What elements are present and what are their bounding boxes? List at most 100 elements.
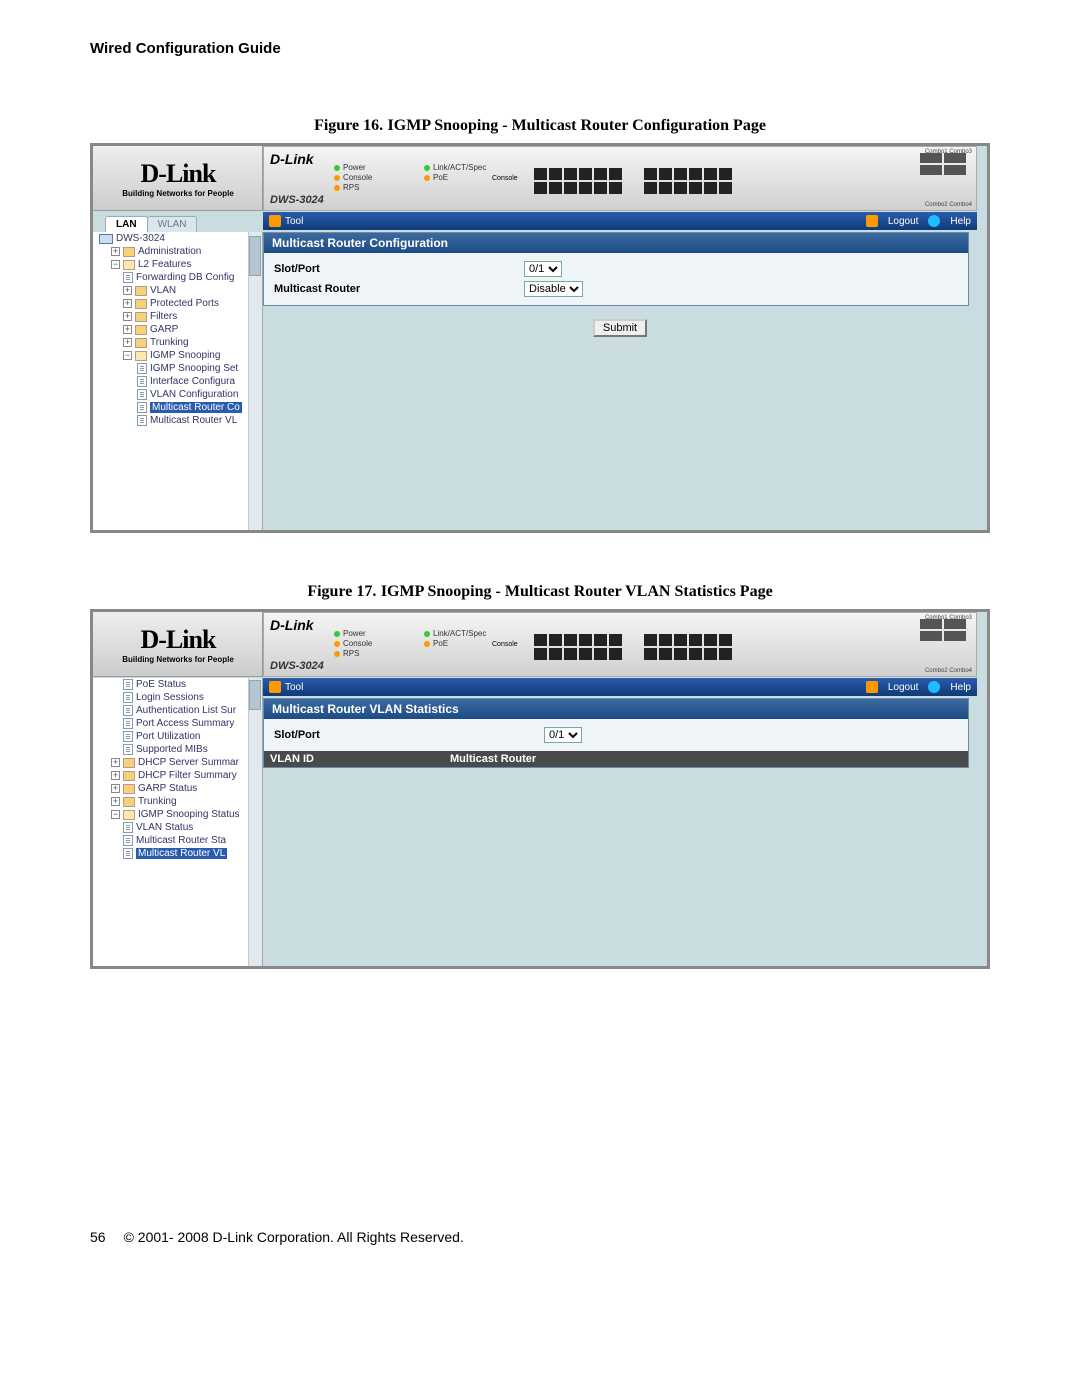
expand-icon[interactable]: − (111, 260, 120, 269)
tree-item[interactable]: Port Utilization (93, 730, 262, 743)
tree-root[interactable]: DWS-3024 (93, 232, 262, 245)
tree-item-label: Forwarding DB Config (136, 272, 234, 283)
tool-icon (269, 215, 281, 227)
expand-icon[interactable]: + (123, 286, 132, 295)
logout-icon (866, 215, 878, 227)
combo-ports (920, 619, 972, 641)
help-link[interactable]: Help (950, 682, 971, 693)
tree-item[interactable]: + Filters (93, 310, 262, 323)
device-brand: D-Link (270, 617, 314, 633)
expand-icon[interactable]: + (123, 325, 132, 334)
expand-icon[interactable]: − (123, 351, 132, 360)
tree-item-label: VLAN Configuration (150, 389, 238, 400)
mrouter-label: Multicast Router (274, 283, 524, 295)
expand-icon[interactable]: + (111, 784, 120, 793)
combo-label-bot: Combo2 Combo4 (925, 668, 972, 674)
scrollbar[interactable] (248, 678, 262, 966)
tree-item-label: PoE Status (136, 679, 186, 690)
device-leds-col1: Power Console RPS (334, 629, 372, 659)
figure17-caption: Figure 17. IGMP Snooping - Multicast Rou… (90, 583, 990, 601)
tool-menu[interactable]: Tool (285, 216, 303, 227)
tree-item[interactable]: +GARP Status (93, 782, 262, 795)
device-leds-col1: Power Console RPS (334, 163, 372, 193)
tree-item-label: Protected Ports (150, 298, 219, 309)
logout-link[interactable]: Logout (888, 682, 919, 693)
device-graphic: D-Link DWS-3024 Power Console RPS Link/A… (263, 612, 977, 677)
brand-logo: D-Link (141, 625, 216, 655)
tree-item[interactable]: IGMP Snooping Set (93, 362, 262, 375)
expand-icon[interactable]: + (123, 299, 132, 308)
tree-item-label: Multicast Router Co (150, 402, 242, 413)
tree-item[interactable]: + Trunking (93, 336, 262, 349)
tree-item[interactable]: Forwarding DB Config (93, 271, 262, 284)
expand-icon[interactable]: + (111, 797, 120, 806)
tree-item-label: DHCP Filter Summary (138, 770, 237, 781)
tree-item-label: Port Access Summary (136, 718, 234, 729)
help-icon (928, 215, 940, 227)
tool-menu[interactable]: Tool (285, 682, 303, 693)
expand-icon[interactable]: + (111, 758, 120, 767)
slotport-select[interactable]: 0/1 (524, 261, 562, 277)
logout-link[interactable]: Logout (888, 216, 919, 227)
tree-item[interactable]: −L2 Features (93, 258, 262, 271)
mrouter-select[interactable]: Disable (524, 281, 583, 297)
config-panel: Multicast Router Configuration Slot/Port… (263, 232, 969, 306)
brand-tagline: Building Networks for People (122, 189, 234, 198)
expand-icon[interactable]: − (111, 810, 120, 819)
table-header: VLAN ID Multicast Router (264, 751, 968, 767)
tree-item[interactable]: Login Sessions (93, 691, 262, 704)
tree-item[interactable]: Multicast Router Sta (93, 834, 262, 847)
tree-item[interactable]: Multicast Router VL (93, 414, 262, 427)
col-mrouter: Multicast Router (444, 751, 968, 767)
tree-item[interactable]: +Administration (93, 245, 262, 258)
tree-item[interactable]: −IGMP Snooping Status (93, 808, 262, 821)
sidebar-tabs: LAN WLAN (105, 216, 196, 232)
tree-item[interactable]: Interface Configura (93, 375, 262, 388)
tree-item-label: Trunking (150, 337, 189, 348)
tree-item-label: Authentication List Sur (136, 705, 236, 716)
expand-icon[interactable]: + (111, 771, 120, 780)
tree-item[interactable]: VLAN Configuration (93, 388, 262, 401)
figure16-caption: Figure 16. IGMP Snooping - Multicast Rou… (90, 117, 990, 135)
tree-item[interactable]: + VLAN (93, 284, 262, 297)
tree-item-label: Supported MIBs (136, 744, 208, 755)
tab-lan[interactable]: LAN (105, 216, 148, 232)
tree-item[interactable]: + DHCP Filter Summary (93, 769, 262, 782)
tree-item[interactable]: Multicast Router VL (93, 847, 262, 860)
page-icon (123, 835, 133, 846)
page-icon (123, 718, 133, 729)
folder-icon (135, 312, 147, 322)
tree-item[interactable]: Authentication List Sur (93, 704, 262, 717)
tree-item[interactable]: −IGMP Snooping (93, 349, 262, 362)
logo-panel: D-Link Building Networks for People (93, 146, 263, 211)
tree-item[interactable]: Supported MIBs (93, 743, 262, 756)
submit-button[interactable]: Submit (593, 319, 647, 337)
tree-item[interactable]: Port Access Summary (93, 717, 262, 730)
tree-item[interactable]: PoE Status (93, 678, 262, 691)
tab-wlan[interactable]: WLAN (147, 216, 198, 232)
tool-icon (269, 681, 281, 693)
slotport-select[interactable]: 0/1 (544, 727, 582, 743)
expand-icon[interactable]: + (123, 312, 132, 321)
scrollbar[interactable] (248, 232, 262, 530)
help-link[interactable]: Help (950, 216, 971, 227)
copyright: © 2001- 2008 D-Link Corporation. All Rig… (124, 1229, 464, 1245)
tree-item-label: VLAN (150, 285, 176, 296)
scroll-thumb[interactable] (249, 680, 261, 710)
device-ports (534, 621, 916, 672)
panel-title: Multicast Router Configuration (264, 233, 968, 253)
folder-icon (123, 247, 135, 257)
folder-icon (123, 758, 135, 768)
tree-item-label: Filters (150, 311, 177, 322)
scroll-thumb[interactable] (249, 236, 261, 276)
tree-item[interactable]: +DHCP Server Summar (93, 756, 262, 769)
tree-item[interactable]: + Protected Ports (93, 297, 262, 310)
tree-item[interactable]: VLAN Status (93, 821, 262, 834)
tree-item[interactable]: +Trunking (93, 795, 262, 808)
page-icon (137, 376, 147, 387)
expand-icon[interactable]: + (111, 247, 120, 256)
tree-item-label: GARP (150, 324, 178, 335)
tree-item[interactable]: Multicast Router Co (93, 401, 262, 414)
expand-icon[interactable]: + (123, 338, 132, 347)
tree-item[interactable]: + GARP (93, 323, 262, 336)
